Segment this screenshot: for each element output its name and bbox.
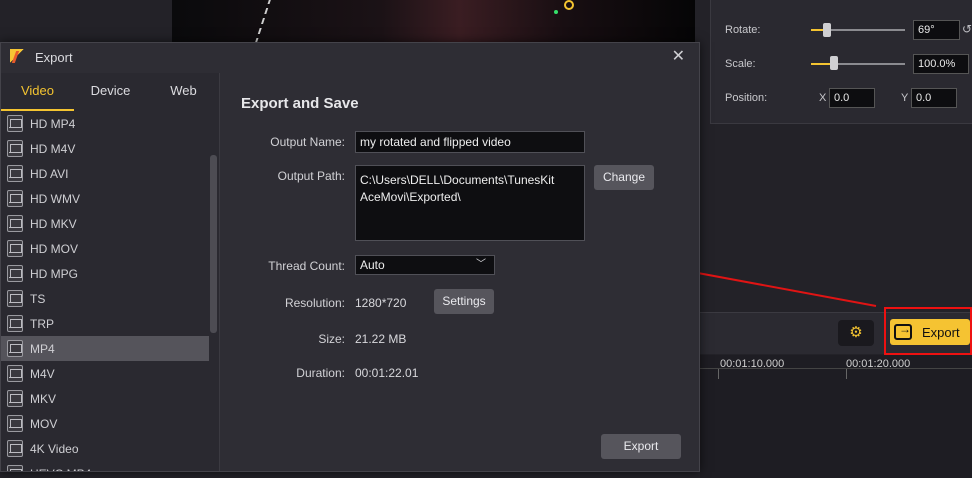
format-label: MOV bbox=[30, 416, 58, 431]
format-list-scrollbar[interactable] bbox=[209, 115, 218, 471]
format-item[interactable]: HD MKV bbox=[1, 211, 209, 236]
app-logo-icon bbox=[9, 48, 27, 66]
resolution-settings-button[interactable]: Settings bbox=[434, 289, 494, 314]
thread-count-label: Thread Count: bbox=[268, 259, 345, 273]
video-format-icon bbox=[7, 165, 23, 182]
format-item[interactable]: TS bbox=[1, 286, 209, 311]
format-label: HD MKV bbox=[30, 216, 77, 231]
format-label: HD MPG bbox=[30, 266, 78, 281]
video-format-icon bbox=[7, 115, 23, 132]
video-format-icon bbox=[7, 315, 23, 332]
format-label: MKV bbox=[30, 391, 57, 406]
tab-device[interactable]: Device bbox=[74, 73, 147, 111]
resolution-value: 1280*720 bbox=[355, 296, 407, 310]
resolution-label: Resolution: bbox=[284, 296, 345, 310]
format-item[interactable]: 4K Video bbox=[1, 436, 209, 461]
export-button[interactable]: Export bbox=[601, 434, 681, 459]
format-label: TS bbox=[30, 291, 46, 306]
scrollbar-thumb[interactable] bbox=[210, 155, 217, 333]
video-format-icon bbox=[7, 440, 23, 457]
format-label: HD M4V bbox=[30, 141, 76, 156]
format-item[interactable]: M4V bbox=[1, 361, 209, 386]
output-path-label: Output Path: bbox=[277, 169, 345, 183]
duration-label: Duration: bbox=[296, 366, 345, 380]
size-label: Size: bbox=[318, 332, 345, 346]
size-value: 21.22 MB bbox=[355, 332, 407, 346]
export-settings-pane: Export and Save Output Name: Output Path… bbox=[221, 73, 699, 471]
tab-video[interactable]: Video bbox=[1, 73, 74, 111]
format-label: HD AVI bbox=[30, 166, 69, 181]
video-format-icon bbox=[7, 365, 23, 382]
format-list: HD MP4 HD M4V HD AVI HD WMV HD MKV HD MOV HD M… bbox=[1, 111, 209, 471]
tab-web[interactable]: Web bbox=[147, 73, 220, 111]
format-item[interactable]: HD MP4 bbox=[1, 111, 209, 136]
format-label: HD MOV bbox=[30, 241, 78, 256]
format-item[interactable]: HEVC MP4 bbox=[1, 461, 209, 471]
format-tabs: Video Device Web bbox=[1, 73, 220, 111]
output-name-label: Output Name: bbox=[270, 135, 345, 149]
format-item[interactable]: HD AVI bbox=[1, 161, 209, 186]
format-item[interactable]: MP4 bbox=[1, 336, 209, 361]
video-format-icon bbox=[7, 190, 23, 207]
export-heading: Export and Save bbox=[241, 95, 359, 112]
close-icon[interactable]: ✕ bbox=[672, 46, 685, 66]
format-item[interactable]: MOV bbox=[1, 411, 209, 436]
format-item[interactable]: HD WMV bbox=[1, 186, 209, 211]
thread-count-select[interactable]: Auto ﹀ bbox=[355, 255, 495, 275]
format-item[interactable]: HD MPG bbox=[1, 261, 209, 286]
video-format-icon bbox=[7, 240, 23, 257]
format-label: MP4 bbox=[30, 341, 55, 356]
video-format-icon bbox=[7, 415, 23, 432]
format-label: 4K Video bbox=[30, 441, 79, 456]
format-item[interactable]: HD MOV bbox=[1, 236, 209, 261]
video-format-icon bbox=[7, 340, 23, 357]
dialog-title-bar: Export ✕ bbox=[1, 43, 699, 71]
format-item[interactable]: MKV bbox=[1, 386, 209, 411]
dialog-title: Export bbox=[35, 49, 73, 65]
export-dialog: Export ✕ Video Device Web HD MP4 HD M4V HD A… bbox=[0, 42, 700, 472]
video-format-icon bbox=[7, 140, 23, 157]
thread-count-value: Auto bbox=[360, 258, 385, 272]
output-path-field[interactable]: C:\Users\DELL\Documents\TunesKit AceMovi… bbox=[355, 165, 585, 241]
chevron-down-icon: ﹀ bbox=[476, 259, 486, 270]
format-label: HEVC MP4 bbox=[30, 467, 91, 472]
format-item[interactable]: TRP bbox=[1, 311, 209, 336]
video-format-icon bbox=[7, 265, 23, 282]
output-name-input[interactable] bbox=[355, 131, 585, 153]
format-label: HD MP4 bbox=[30, 116, 76, 131]
duration-value: 00:01:22.01 bbox=[355, 366, 419, 380]
video-format-icon bbox=[7, 290, 23, 307]
video-format-icon bbox=[7, 215, 23, 232]
format-item[interactable]: HD M4V bbox=[1, 136, 209, 161]
format-label: HD WMV bbox=[30, 191, 80, 206]
change-path-button[interactable]: Change bbox=[594, 165, 654, 190]
format-label: M4V bbox=[30, 366, 55, 381]
format-sidebar: Video Device Web HD MP4 HD M4V HD AVI HD WMV H… bbox=[1, 73, 220, 471]
format-label: TRP bbox=[30, 316, 54, 331]
video-format-icon bbox=[7, 390, 23, 407]
video-format-icon bbox=[7, 465, 23, 471]
